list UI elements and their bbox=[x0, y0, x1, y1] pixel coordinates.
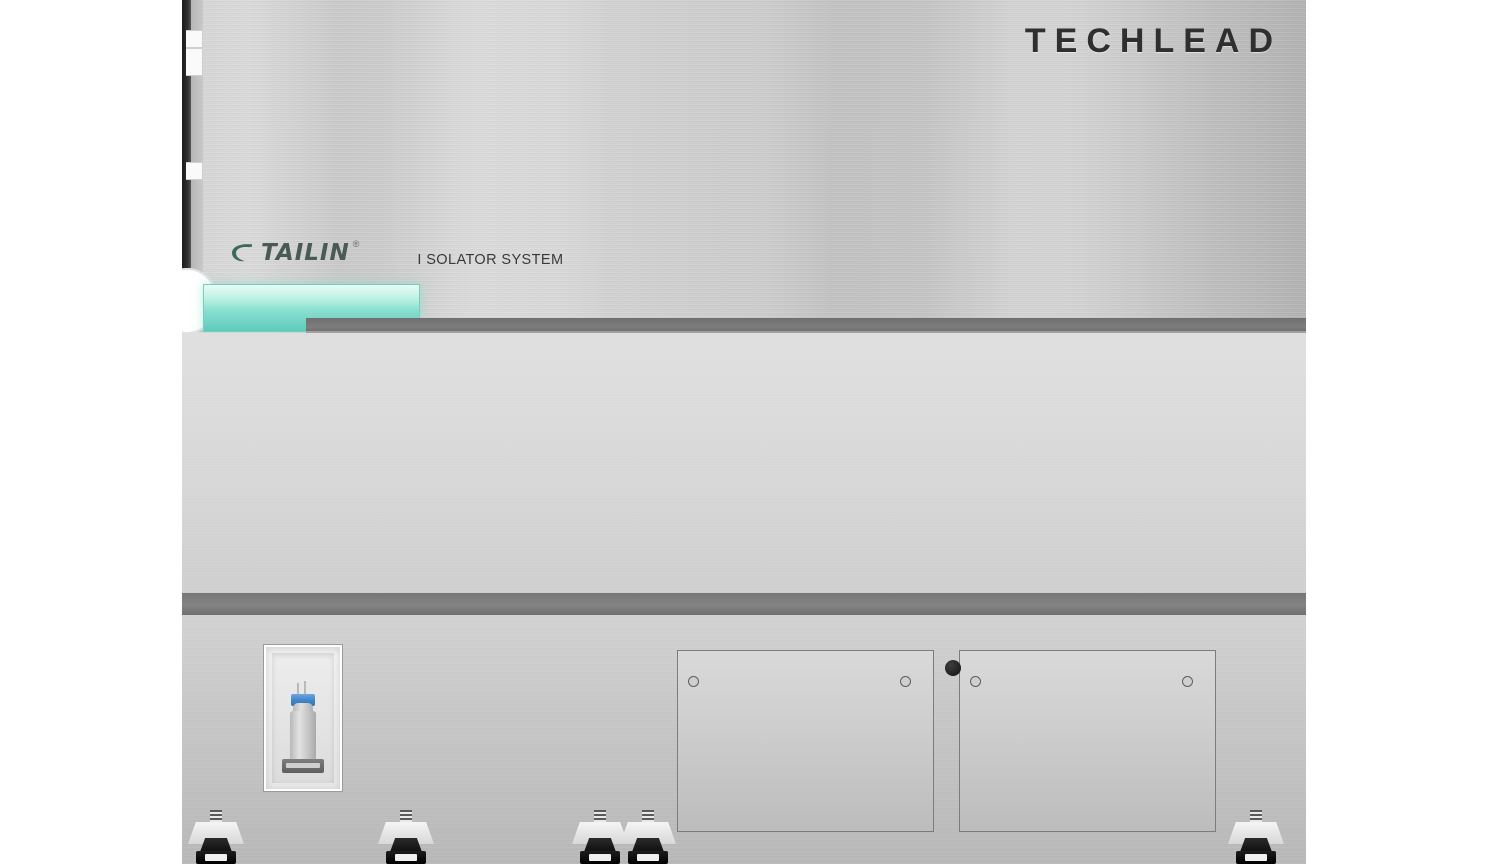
brand-row: TAILIN ® I SOLATOR SYSTEM bbox=[230, 239, 564, 268]
tailin-swirl-icon bbox=[232, 244, 252, 262]
leveling-foot-1 bbox=[188, 810, 244, 864]
leveling-foot-5 bbox=[1228, 810, 1284, 864]
foot-pad-2 bbox=[386, 851, 426, 864]
sterilant-bottle-niche-inner bbox=[272, 653, 334, 783]
foot-cone-1 bbox=[200, 838, 232, 852]
foot-pad-3 bbox=[580, 851, 620, 864]
foot-cone-4 bbox=[632, 838, 664, 852]
cabinet-center-knob[interactable] bbox=[945, 660, 961, 676]
foot-cone-3 bbox=[584, 838, 616, 852]
tailin-wordmark: TAILIN bbox=[261, 240, 350, 266]
foot-pad-5 bbox=[1236, 851, 1276, 864]
bottle-body bbox=[290, 711, 316, 763]
screenshot-canvas: TECHLEAD TAILIN ® I SOLATOR SYSTEM bbox=[0, 0, 1488, 864]
lower-separator-band bbox=[182, 593, 1306, 615]
foot-pad-1 bbox=[196, 851, 236, 864]
lower-cabinet-door-1[interactable] bbox=[677, 650, 934, 832]
lower-cabinet-section bbox=[182, 615, 1306, 864]
leveling-foot-2 bbox=[378, 810, 434, 864]
edge-hinge-tab-3 bbox=[186, 162, 203, 180]
cabinet-screw-1b bbox=[900, 676, 911, 687]
edge-hinge-tab-2 bbox=[186, 48, 203, 76]
techlead-wordmark: TECHLEAD bbox=[1024, 22, 1282, 60]
foot-cone-5 bbox=[1240, 838, 1272, 852]
cabinet-screw-1a bbox=[688, 676, 699, 687]
isolator-machine-body: TECHLEAD TAILIN ® I SOLATOR SYSTEM bbox=[182, 0, 1306, 864]
panel-texture bbox=[182, 333, 1306, 593]
system-label: I SOLATOR SYSTEM bbox=[417, 252, 564, 268]
cabinet-screw-2b bbox=[1182, 676, 1193, 687]
bottle-base-label bbox=[286, 763, 320, 768]
edge-hinge-tab-1 bbox=[186, 30, 203, 48]
cabinet-screw-2a bbox=[970, 676, 981, 687]
leveling-foot-4 bbox=[620, 810, 676, 864]
tailin-logo: TAILIN ® bbox=[230, 239, 360, 266]
foot-pad-4 bbox=[628, 851, 668, 864]
foot-cone-2 bbox=[390, 838, 422, 852]
bottle-base-tray bbox=[282, 759, 324, 773]
lower-cabinet-door-2[interactable] bbox=[959, 650, 1216, 832]
sterilant-bottle-niche bbox=[264, 645, 342, 791]
bottle-tube-2 bbox=[304, 681, 306, 695]
operating-panel: TAILIN® 无菌检查隔离器操作系统 NHC17-104 V1.0 用户 bbox=[182, 333, 1306, 864]
tailin-trademark: ® bbox=[352, 239, 360, 249]
